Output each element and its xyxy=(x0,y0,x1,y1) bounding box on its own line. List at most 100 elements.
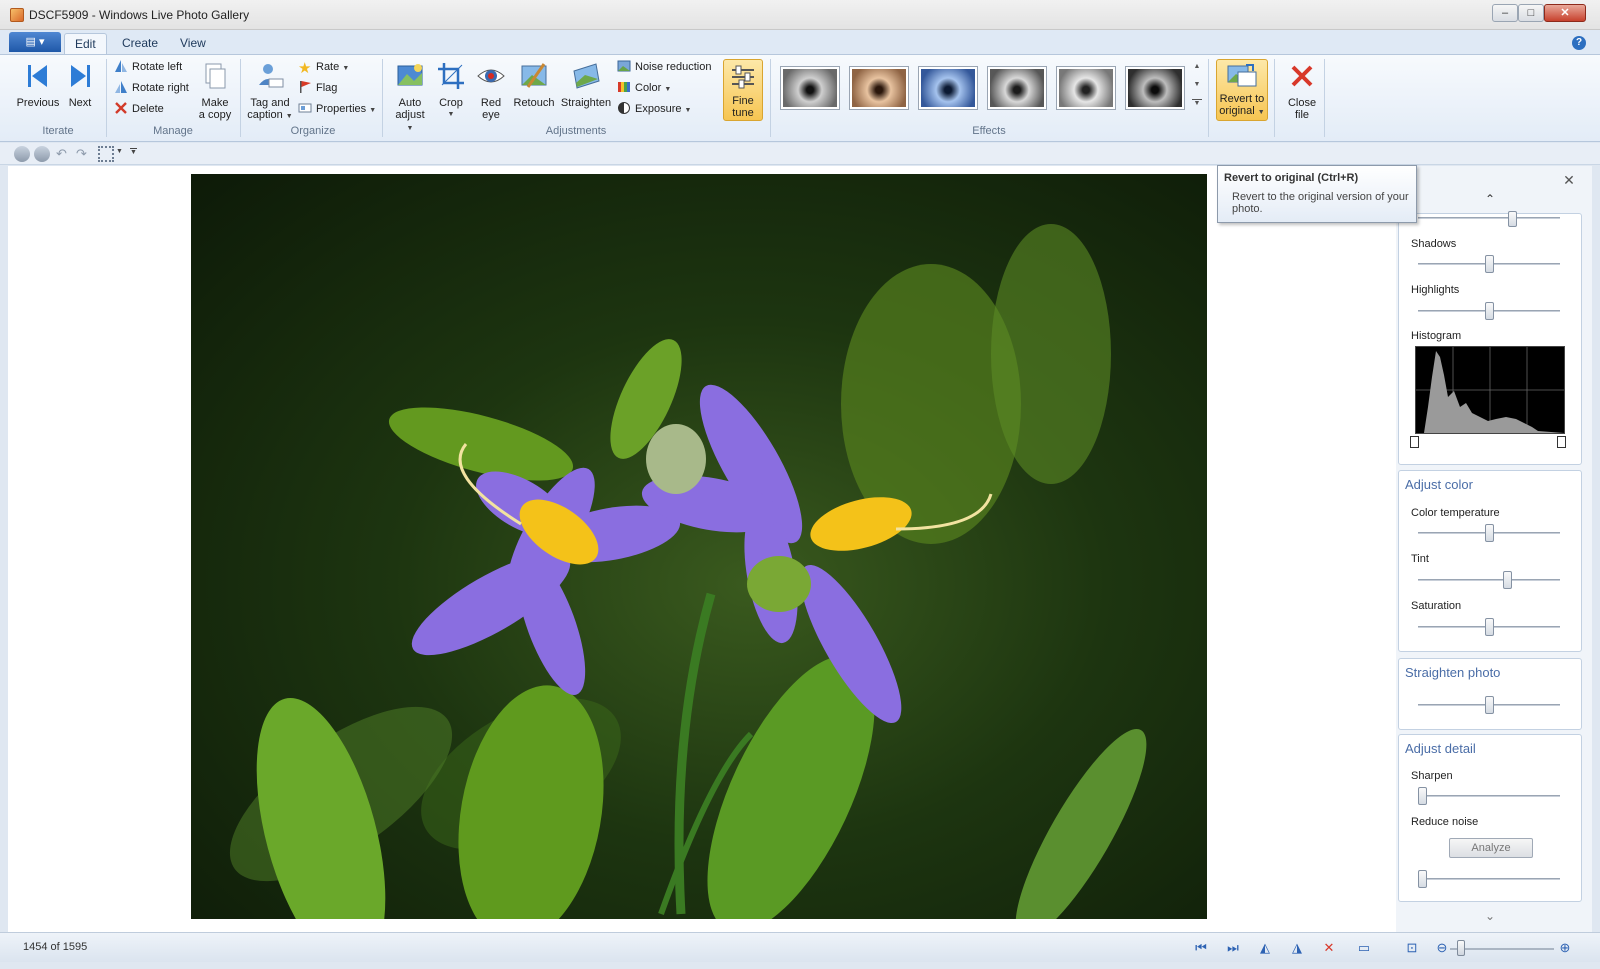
adjust-color-title[interactable]: Adjust color xyxy=(1405,477,1473,492)
maximize-button[interactable]: □ xyxy=(1518,4,1544,22)
flower-photo-image xyxy=(229,224,1147,919)
effects-scroll-up[interactable]: ▲ xyxy=(1192,63,1202,77)
customize-toolbar-icon[interactable]: ▼ xyxy=(130,148,137,156)
back-icon[interactable] xyxy=(14,146,30,162)
straighten-button[interactable]: Straighten xyxy=(559,59,613,109)
straighten-icon xyxy=(573,63,600,89)
zoom-out-icon[interactable]: ⊖ xyxy=(1434,940,1450,956)
effects-expand[interactable]: ▼ xyxy=(1192,99,1202,113)
tint-slider-thumb[interactable] xyxy=(1503,571,1512,589)
delete-button[interactable]: Delete xyxy=(114,100,164,118)
make-copy-label-2: a copy xyxy=(198,109,232,121)
rotate-right-icon[interactable]: ◮ xyxy=(1289,940,1305,956)
forward-icon[interactable] xyxy=(34,146,50,162)
help-icon[interactable]: ? xyxy=(1572,36,1586,50)
reduce-noise-slider-thumb[interactable] xyxy=(1418,870,1427,888)
shadows-slider-thumb[interactable] xyxy=(1485,255,1494,273)
previous-button[interactable]: Previous xyxy=(16,59,60,109)
make-copy-label-1: Make xyxy=(201,97,229,109)
close-panel-icon[interactable]: ✕ xyxy=(1562,173,1576,187)
fine-tune-button[interactable]: Fine tune xyxy=(723,59,763,121)
retouch-button[interactable]: Retouch xyxy=(512,59,556,109)
effect-sepia[interactable] xyxy=(849,66,909,110)
next-label: Next xyxy=(68,97,92,109)
auto-adjust-button[interactable]: Auto adjust ▼ xyxy=(391,59,429,135)
rate-button[interactable]: ★ Rate ▼ xyxy=(298,58,349,76)
tag-and-caption-button[interactable]: Tag and caption ▼ xyxy=(246,59,294,123)
effect-cyan-tone[interactable] xyxy=(918,66,978,110)
properties-button[interactable]: Properties ▼ xyxy=(298,100,376,118)
noise-reduction-label: Noise reduction xyxy=(635,61,712,73)
straighten-label: Straighten xyxy=(560,97,612,109)
auto-adjust-label-1: Auto xyxy=(398,97,422,109)
tab-edit[interactable]: Edit xyxy=(64,33,107,54)
ribbon-separator xyxy=(770,59,771,137)
rotate-left-button[interactable]: Rotate left xyxy=(114,58,182,76)
analyze-button[interactable]: Analyze xyxy=(1449,838,1533,858)
close-window-button[interactable]: ✕ xyxy=(1544,4,1586,22)
redo-icon[interactable]: ↷ xyxy=(76,146,92,162)
chevron-down-icon: ▼ xyxy=(406,125,414,132)
effects-scroll-down[interactable]: ▼ xyxy=(1192,81,1202,95)
flag-icon xyxy=(300,81,311,93)
red-eye-button[interactable]: Red eye xyxy=(476,59,506,121)
histogram-label: Histogram xyxy=(1411,330,1462,342)
chevron-down-icon: ▼ xyxy=(664,86,672,93)
actual-size-icon[interactable]: ⊡ xyxy=(1404,940,1420,956)
straighten-photo-title[interactable]: Straighten photo xyxy=(1405,665,1500,680)
sharpen-slider-thumb[interactable] xyxy=(1418,787,1427,805)
tab-view[interactable]: View xyxy=(170,33,216,54)
app-menu-button[interactable]: ▤ ▾ xyxy=(9,32,61,52)
flag-button[interactable]: Flag xyxy=(298,79,337,97)
rotate-left-icon[interactable]: ◭ xyxy=(1257,940,1273,956)
chevron-down-icon: ▼ xyxy=(285,113,293,120)
histogram-white-point-handle[interactable] xyxy=(1557,436,1566,448)
zoom-slider-thumb[interactable] xyxy=(1457,940,1465,956)
color-temperature-slider-thumb[interactable] xyxy=(1485,524,1494,542)
histogram-black-point-handle[interactable] xyxy=(1410,436,1419,448)
properties-icon xyxy=(298,103,312,113)
tint-label: Tint xyxy=(1411,553,1429,565)
photo-gallery-app-icon[interactable] xyxy=(10,8,24,22)
saturation-slider-thumb[interactable] xyxy=(1485,618,1494,636)
partial-slider-thumb[interactable] xyxy=(1508,211,1517,227)
photo-view[interactable] xyxy=(191,174,1207,919)
fine-tune-icon xyxy=(732,65,754,89)
color-button[interactable]: Color ▼ xyxy=(617,79,671,97)
slideshow-icon[interactable]: ▭ xyxy=(1356,940,1372,956)
previous-icon xyxy=(28,65,47,87)
next-photo-icon[interactable]: ⏭ xyxy=(1225,940,1241,956)
crop-button[interactable]: Crop ▼ xyxy=(436,59,466,121)
next-button[interactable]: Next xyxy=(64,59,96,109)
reduce-noise-slider-track xyxy=(1418,878,1560,880)
scroll-down-icon[interactable]: ⌄ xyxy=(1482,909,1498,923)
tab-create[interactable]: Create xyxy=(112,33,168,54)
scroll-up-icon[interactable]: ⌃ xyxy=(1482,192,1498,206)
effect-black-and-white-orange[interactable] xyxy=(987,66,1047,110)
delete-icon[interactable]: ✕ xyxy=(1321,940,1337,956)
flag-label: Flag xyxy=(316,82,338,94)
effect-black-and-white-yellow[interactable] xyxy=(1056,66,1116,110)
previous-photo-icon[interactable]: ⏮ xyxy=(1193,940,1209,956)
straighten-slider-thumb[interactable] xyxy=(1485,696,1494,714)
exposure-button[interactable]: Exposure ▼ xyxy=(617,100,691,118)
rotate-right-button[interactable]: Rotate right xyxy=(114,79,189,97)
make-a-copy-button[interactable]: Make a copy xyxy=(196,59,234,121)
next-icon xyxy=(71,65,90,87)
layout-icon[interactable] xyxy=(98,146,114,162)
minimize-button[interactable]: – xyxy=(1492,4,1518,22)
adjust-detail-title[interactable]: Adjust detail xyxy=(1405,741,1476,756)
revert-to-original-button[interactable]: Revert to original ▼ xyxy=(1216,59,1268,121)
effect-black-and-white[interactable] xyxy=(780,66,840,110)
chevron-down-icon: ▼ xyxy=(684,107,692,114)
histogram-graphic xyxy=(1416,347,1564,433)
retouch-label: Retouch xyxy=(513,97,555,109)
noise-reduction-button[interactable]: Noise reduction xyxy=(617,58,711,76)
close-file-button[interactable]: Close file xyxy=(1282,59,1322,121)
layout-dropdown-icon[interactable]: ▼ xyxy=(116,148,123,155)
undo-icon[interactable]: ↶ xyxy=(56,146,72,162)
highlights-slider-thumb[interactable] xyxy=(1485,302,1494,320)
revert-icon xyxy=(1227,64,1257,87)
zoom-in-icon[interactable]: ⊕ xyxy=(1557,940,1573,956)
effect-black-and-white-red[interactable] xyxy=(1125,66,1185,110)
